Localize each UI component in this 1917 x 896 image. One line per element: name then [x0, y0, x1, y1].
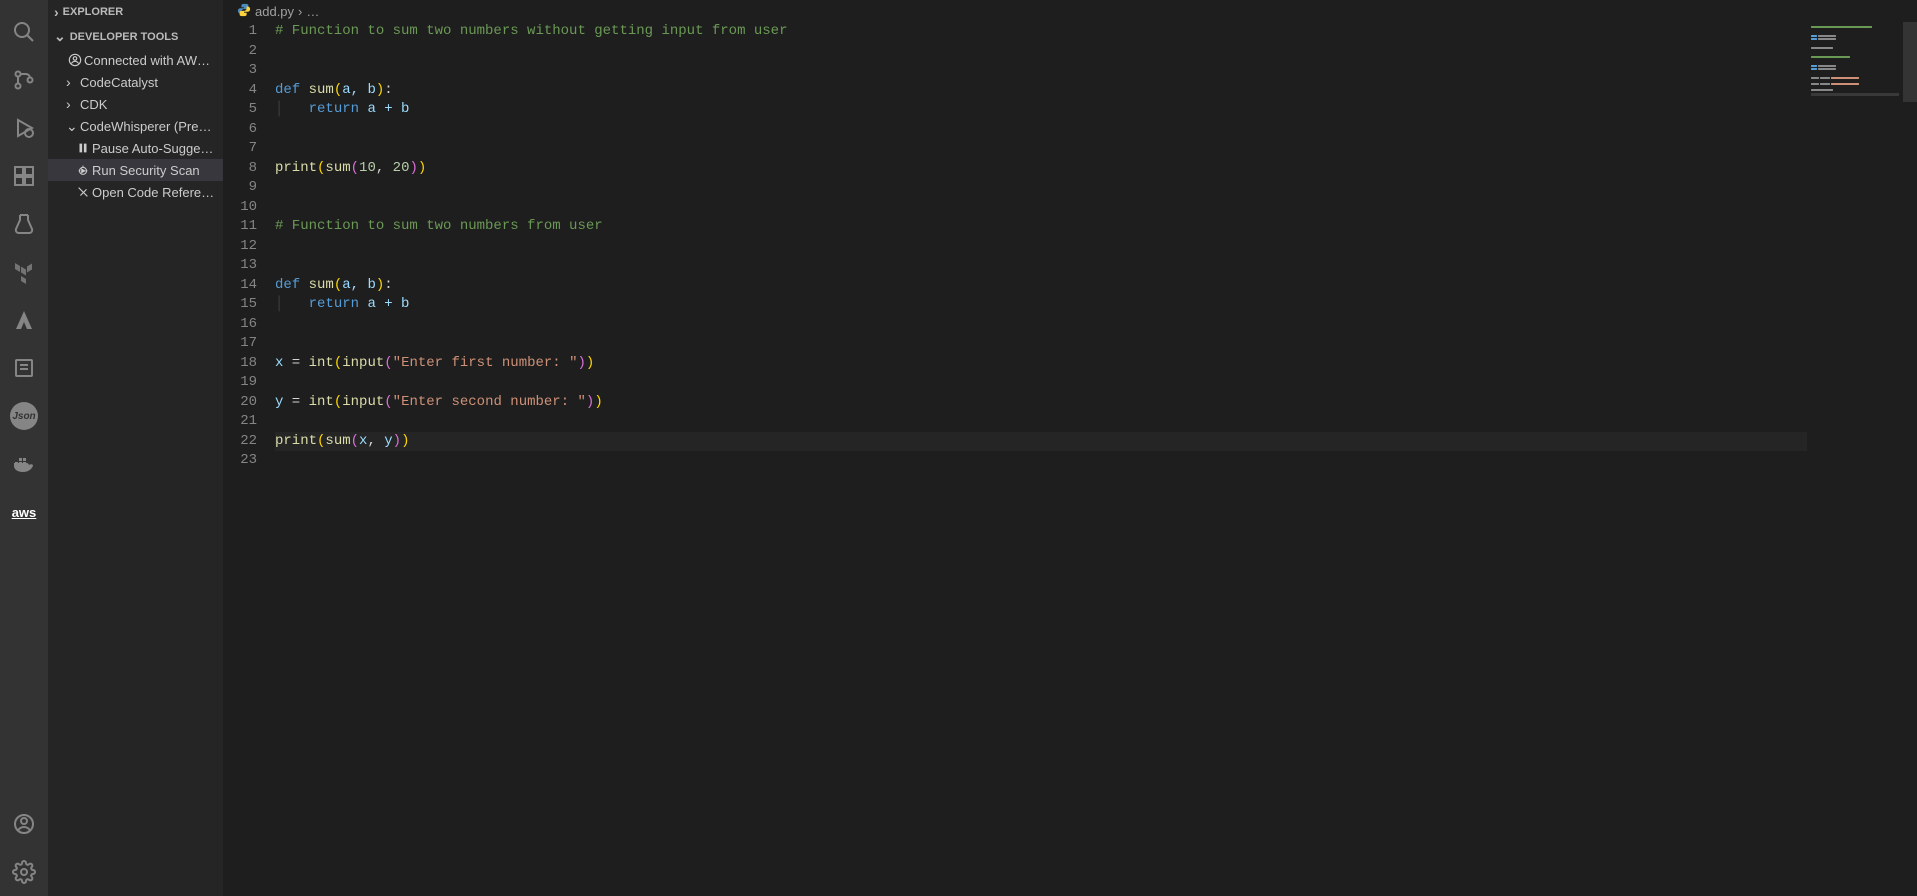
vertical-scrollbar[interactable] [1903, 22, 1917, 896]
chevron-right-icon: › [54, 4, 59, 20]
sidebar-item-connected-aws[interactable]: Connected with AW… [48, 49, 223, 71]
docker-icon[interactable] [0, 440, 48, 488]
sidebar-item-label: CodeCatalyst [80, 75, 219, 90]
dismiss-icon [74, 185, 92, 199]
json-icon[interactable]: Json [10, 402, 38, 430]
sidebar-item-cdk[interactable]: › CDK [48, 93, 223, 115]
settings-gear-icon[interactable] [0, 848, 48, 896]
testing-icon[interactable] [0, 200, 48, 248]
project-manager-icon[interactable] [0, 344, 48, 392]
minimap[interactable] [1807, 22, 1903, 896]
chevron-right-icon: › [66, 96, 80, 112]
python-file-icon [237, 3, 251, 20]
source-control-icon[interactable] [0, 56, 48, 104]
user-circle-icon [66, 53, 84, 67]
sidebar-item-open-code-reference[interactable]: Open Code Refere… [48, 181, 223, 203]
breadcrumb-sep: › [298, 4, 302, 19]
breadcrumb-more: … [306, 4, 319, 19]
scrollbar-thumb[interactable] [1903, 22, 1917, 102]
breadcrumb-file: add.py [255, 4, 294, 19]
explorer-label: EXPLORER [63, 6, 124, 18]
sidebar: › EXPLORER ⌄ DEVELOPER TOOLS Connected w… [48, 0, 223, 896]
atlassian-icon[interactable] [0, 296, 48, 344]
pause-icon [74, 141, 92, 155]
chevron-right-icon: › [66, 74, 80, 90]
terraform-icon[interactable] [0, 248, 48, 296]
accounts-icon[interactable] [0, 800, 48, 848]
line-number-gutter: 1234567891011121314151617181920212223 [223, 22, 275, 896]
bug-run-icon [74, 163, 92, 177]
sidebar-item-label: CDK [80, 97, 219, 112]
editor-area: add.py › … 12345678910111213141516171819… [223, 0, 1917, 896]
sidebar-item-label: Pause Auto-Sugge… [92, 141, 219, 156]
devtools-label: DEVELOPER TOOLS [70, 31, 179, 43]
developer-tools-section-header[interactable]: ⌄ DEVELOPER TOOLS [48, 24, 223, 49]
explorer-section-header[interactable]: › EXPLORER [48, 0, 223, 24]
chevron-down-icon: ⌄ [66, 118, 80, 135]
sidebar-item-codecatalyst[interactable]: › CodeCatalyst [48, 71, 223, 93]
sidebar-item-codewhisperer[interactable]: ⌄ CodeWhisperer (Pre… [48, 115, 223, 137]
code-lines[interactable]: # Function to sum two numbers without ge… [275, 22, 1807, 896]
sidebar-item-label: Run Security Scan [92, 163, 219, 178]
extensions-icon[interactable] [0, 152, 48, 200]
activity-bar: Json aws [0, 0, 48, 896]
sidebar-item-label: Connected with AW… [84, 53, 219, 68]
search-icon[interactable] [0, 8, 48, 56]
chevron-down-icon: ⌄ [54, 28, 66, 45]
sidebar-item-label: Open Code Refere… [92, 185, 219, 200]
sidebar-item-run-security-scan[interactable]: Run Security Scan [48, 159, 223, 181]
aws-toolkit-icon[interactable]: aws [0, 488, 48, 536]
sidebar-item-pause-autosuggest[interactable]: Pause Auto-Sugge… [48, 137, 223, 159]
code-editor[interactable]: 1234567891011121314151617181920212223 # … [223, 22, 1917, 896]
breadcrumb[interactable]: add.py › … [223, 0, 1917, 22]
run-debug-icon[interactable] [0, 104, 48, 152]
sidebar-item-label: CodeWhisperer (Pre… [80, 119, 219, 134]
